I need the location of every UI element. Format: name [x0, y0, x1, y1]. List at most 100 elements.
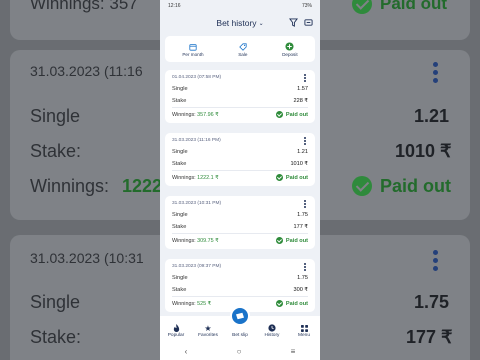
bg-stake-label: Stake: [30, 141, 82, 161]
phone-screen: 12:16 73% Bet history ⌄ Per month Sale D… [160, 0, 320, 360]
bet-type-row: Single 1.75 [172, 212, 308, 218]
status-text: Paid out [285, 111, 308, 118]
bet-odds: 1.75 [297, 275, 308, 281]
status-time: 12:16 [168, 3, 181, 9]
stake-label: Stake [172, 224, 187, 230]
tab-label: Menu [298, 333, 310, 338]
bet-type-row: Single 1.21 [172, 149, 308, 155]
bet-winnings: 309.75 ₹ [197, 237, 219, 244]
action-per-month[interactable]: Per month [182, 42, 204, 57]
tab-menu[interactable]: Menu [289, 323, 319, 338]
coupon-icon[interactable] [304, 18, 313, 27]
bet-type: Single [172, 86, 188, 92]
bet-odds: 1.57 [297, 86, 308, 92]
bet-date: 31.03.2023 (10:31 PM) [172, 201, 222, 206]
bet-winnings-row: Winnings: 1222.1 ₹ Paid out [172, 174, 308, 181]
bet-winnings: 357.96 ₹ [197, 111, 219, 118]
bet-card[interactable]: 31.03.2023 (11:16 PM) Single 1.21 Stake 10… [165, 133, 315, 186]
bet-stake: 1010 ₹ [290, 161, 308, 167]
bet-date: 31.03.2023 (11:16 PM) [172, 138, 221, 143]
bg-odds-2: 1.75 [414, 292, 450, 312]
action-label: Sale [238, 51, 248, 57]
grid-icon [300, 323, 308, 333]
bet-slip-button[interactable] [230, 306, 250, 326]
more-vertical-icon[interactable] [304, 263, 307, 273]
check-circle-icon [275, 174, 283, 181]
action-sale[interactable]: Sale [238, 42, 247, 57]
bet-type: Single [172, 275, 188, 281]
status-badge: Paid out [275, 111, 308, 118]
action-label: Per month [182, 51, 204, 57]
page-header: Bet history ⌄ [160, 12, 320, 34]
tab-label: Favorites [198, 333, 218, 338]
status-badge: Paid out [275, 237, 308, 244]
bet-card[interactable]: 31.03.2023 (10:31 PM) Single 1.75 Stake 17… [165, 196, 315, 249]
winnings-label: Winnings: [172, 300, 196, 307]
quick-actions: Per month Sale Deposit [165, 36, 315, 62]
bet-stake: 300 ₹ [293, 287, 308, 293]
back-button[interactable]: ‹ [185, 347, 188, 356]
bg-stake-2: 177 ₹ [406, 327, 453, 347]
status-battery: 73% [301, 3, 312, 9]
status-text: Paid out [285, 174, 308, 181]
plus-circle-icon [285, 42, 294, 52]
status-text: Paid out [285, 237, 308, 244]
bg-single-2: Single [30, 292, 81, 312]
tag-icon [239, 42, 247, 52]
divider [172, 233, 308, 234]
calendar-icon [189, 42, 197, 52]
filter-icon[interactable] [289, 18, 298, 27]
check-circle-icon [275, 111, 283, 118]
more-vertical-icon[interactable] [304, 200, 307, 210]
bet-winnings: 525 ₹ [197, 300, 212, 307]
bet-winnings-row: Winnings: 309.75 ₹ Paid out [172, 237, 308, 244]
winnings-label: Winnings: [172, 174, 196, 181]
page-title[interactable]: Bet history [216, 18, 256, 28]
bg-winnings-label: Winnings: [30, 176, 110, 196]
divider [172, 107, 308, 108]
action-label: Deposit [282, 51, 298, 57]
bet-type: Single [172, 212, 188, 218]
bg-top-status: Paid out [380, 0, 448, 13]
bet-stake-row: Stake 177 ₹ [172, 224, 308, 230]
bg-check-icon-2 [352, 176, 372, 196]
tab-popular[interactable]: Popular [161, 323, 191, 338]
recents-button[interactable]: ≡ [291, 347, 296, 356]
bet-card[interactable]: 31.03.2023 (09:37 PM) Single 1.75 Stake 30… [165, 259, 315, 312]
bet-stake-row: Stake 300 ₹ [172, 287, 308, 293]
star-icon: ★ [204, 323, 212, 333]
tab-label: Popular [167, 333, 185, 338]
ticket-icon [236, 312, 244, 320]
bet-stake-row: Stake 228 ₹ [172, 98, 308, 104]
bottom-tab-bar: Popular ★ Favorites Bet slip History Men… [160, 306, 320, 342]
tab-label: History [264, 333, 280, 338]
flame-icon [173, 323, 180, 333]
home-button[interactable]: ○ [237, 347, 242, 356]
bg-top-winnings: Winnings: 357 [30, 0, 138, 13]
status-badge: Paid out [275, 174, 308, 181]
bet-date: 31.03.2023 (09:37 PM) [172, 264, 222, 269]
bet-date: 01.04.2023 (07:58 PM) [172, 75, 222, 80]
bg-more-icon [433, 62, 438, 86]
more-vertical-icon[interactable] [304, 137, 307, 147]
bet-type-row: Single 1.75 [172, 275, 308, 281]
bet-winnings: 1222.1 ₹ [197, 174, 219, 181]
winnings-label: Winnings: [172, 111, 196, 118]
bet-type-row: Single 1.57 [172, 86, 308, 92]
chevron-down-icon[interactable]: ⌄ [259, 20, 264, 27]
bet-odds: 1.75 [297, 212, 308, 218]
bet-card[interactable]: 01.04.2023 (07:58 PM) Single 1.57 Stake 22… [165, 70, 315, 123]
bet-stake-row: Stake 1010 ₹ [172, 161, 308, 167]
status-badge: Paid out [275, 300, 308, 307]
status-text: Paid out [285, 300, 308, 307]
more-vertical-icon[interactable] [304, 74, 307, 84]
tab-history[interactable]: History [257, 323, 287, 338]
tab-favorites[interactable]: ★ Favorites [193, 323, 223, 339]
stake-label: Stake [172, 98, 187, 104]
winnings-label: Winnings: [172, 237, 196, 244]
action-deposit[interactable]: Deposit [282, 42, 298, 57]
bet-winnings-row: Winnings: 357.96 ₹ Paid out [172, 111, 308, 118]
check-circle-icon [275, 237, 283, 244]
bg-winnings: 1222 [122, 176, 163, 196]
stake-label: Stake [172, 161, 187, 167]
